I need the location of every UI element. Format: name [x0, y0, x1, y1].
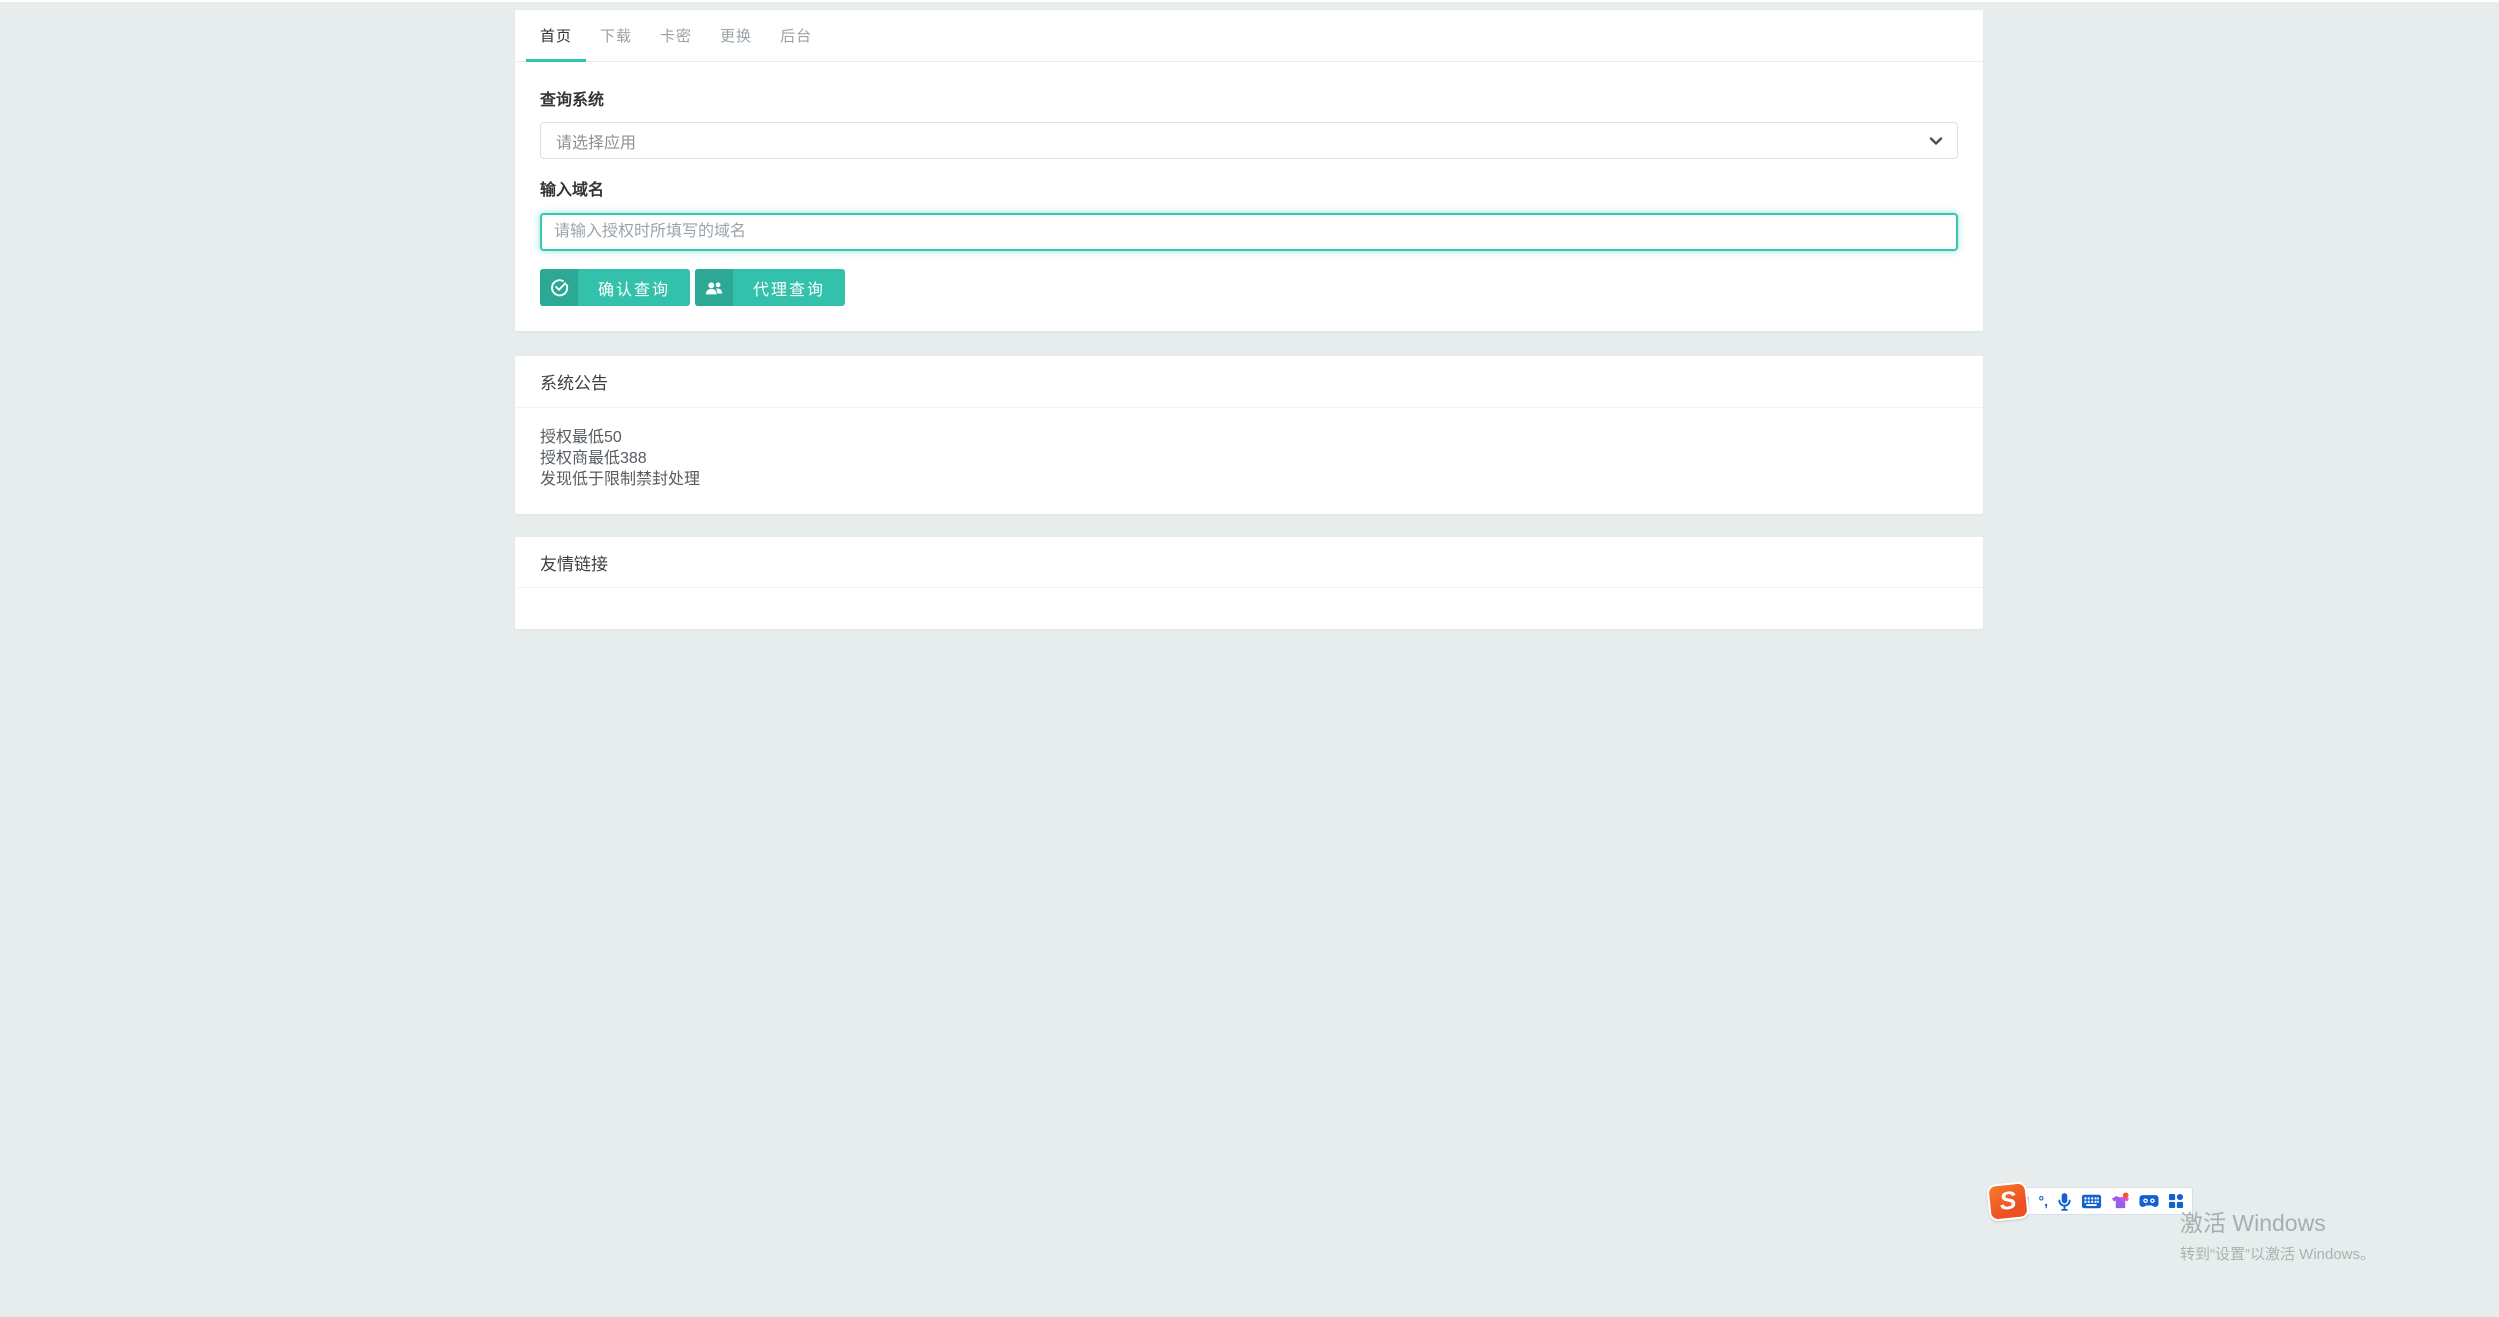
form-actions: 确认查询 代理查询 — [540, 269, 1958, 306]
announcement-body: 授权最低50 授权商最低388 发现低于限制禁封处理 — [515, 408, 1983, 514]
page-top-edge — [0, 0, 2499, 2]
tab-card-key[interactable]: 卡密 — [646, 10, 706, 61]
emoji-face-icon[interactable] — [2139, 1190, 2159, 1212]
agent-query-label: 代理查询 — [753, 281, 826, 299]
announcement-line: 发现低于限制禁封处理 — [540, 471, 701, 488]
confirm-query-button[interactable]: 确认查询 — [540, 269, 691, 306]
nav-tabbar: 首页 下载 卡密 更换 后台 — [515, 10, 1983, 62]
watermark-title: 激活 Windows — [2180, 1210, 2326, 1236]
tab-home[interactable]: 首页 — [526, 10, 587, 62]
tab-admin[interactable]: 后台 — [766, 10, 826, 61]
watermark-subtitle: 转到“设置”以激活 Windows。 — [2180, 1246, 2376, 1263]
check-circle-icon — [540, 269, 578, 306]
domain-input[interactable] — [540, 213, 1958, 251]
windows-activation-watermark: 激活 Windows 转到“设置”以激活 Windows。 — [2180, 1204, 2375, 1264]
skin-shirt-icon[interactable] — [2111, 1190, 2130, 1212]
system-select-label: 查询系统 — [540, 92, 605, 109]
announcement-line: 授权最低50 — [540, 429, 622, 446]
query-form: 查询系统 请选择应用 输入域名 请输入授权时所填写的域名 确认查询 代理查询 — [515, 62, 1983, 331]
tab-download[interactable]: 下载 — [586, 10, 646, 61]
query-card: 首页 下载 卡密 更换 后台 查询系统 请选择应用 输入域名 请输入授权时所填写… — [515, 10, 1983, 331]
sogou-logo-icon[interactable]: S — [1986, 1181, 2030, 1222]
announcement-line: 授权商最低388 — [540, 450, 647, 467]
links-title: 友情链接 — [515, 537, 1983, 588]
users-icon — [695, 269, 734, 306]
links-body — [515, 588, 1983, 629]
announcement-title: 系统公告 — [515, 356, 1983, 408]
app-select-value: 请选择应用 — [556, 134, 637, 152]
chevron-down-icon — [1928, 133, 1944, 154]
agent-query-button[interactable]: 代理查询 — [695, 269, 846, 306]
app-select[interactable]: 请选择应用 — [540, 122, 1958, 159]
tab-replace[interactable]: 更换 — [706, 10, 766, 61]
keyboard-icon[interactable] — [2081, 1190, 2102, 1212]
links-card: 友情链接 — [515, 537, 1983, 629]
domain-input-label: 输入域名 — [540, 182, 605, 199]
confirm-query-label: 确认查询 — [598, 281, 671, 299]
announcement-card: 系统公告 授权最低50 授权商最低388 发现低于限制禁封处理 — [515, 356, 1983, 514]
punctuation-mode-icon[interactable]: °, — [2039, 1190, 2049, 1212]
page: 首页 下载 卡密 更换 后台 查询系统 请选择应用 输入域名 请输入授权时所填写… — [0, 0, 2499, 1317]
microphone-icon[interactable] — [2057, 1190, 2072, 1212]
main-content-column: 首页 下载 卡密 更换 后台 查询系统 请选择应用 输入域名 请输入授权时所填写… — [515, 10, 1983, 629]
ime-toolbar: 中 °, — [2013, 1187, 2193, 1215]
